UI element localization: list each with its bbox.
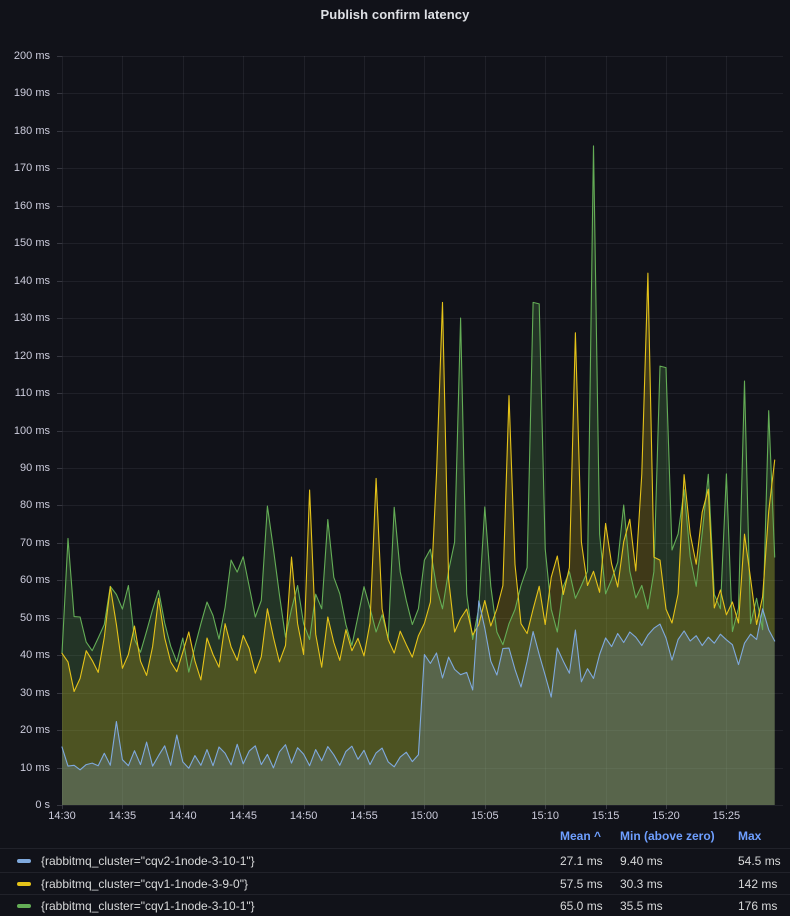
series-color-swatch[interactable] <box>17 859 31 863</box>
x-tick-label: 14:40 <box>161 809 205 823</box>
y-tick-label: 90 ms <box>0 462 50 474</box>
y-tick-label: 140 ms <box>0 275 50 287</box>
y-tick-label: 10 ms <box>0 762 50 774</box>
series-label[interactable]: {rabbitmq_cluster="cqv2-1node-3-10-1"} <box>41 854 255 868</box>
legend-row: {rabbitmq_cluster="cqv2-1node-3-10-1"} 2… <box>0 848 790 872</box>
x-tick-label: 15:05 <box>463 809 507 823</box>
x-tick-label: 14:50 <box>282 809 326 823</box>
y-tick-label: 170 ms <box>0 162 50 174</box>
stat-mean: 27.1 ms <box>560 854 603 868</box>
y-tick-label: 100 ms <box>0 425 50 437</box>
y-tick-label: 50 ms <box>0 612 50 624</box>
y-tick-label: 70 ms <box>0 537 50 549</box>
y-tick-label: 20 ms <box>0 724 50 736</box>
series-color-swatch[interactable] <box>17 904 31 908</box>
series-label[interactable]: {rabbitmq_cluster="cqv1-1node-3-10-1"} <box>41 899 255 913</box>
stat-min: 35.5 ms <box>620 899 663 913</box>
y-tick-label: 150 ms <box>0 237 50 249</box>
y-tick-label: 130 ms <box>0 312 50 324</box>
stat-min: 9.40 ms <box>620 854 663 868</box>
y-tick-label: 180 ms <box>0 125 50 137</box>
stat-max: 176 ms <box>738 899 777 913</box>
stat-min: 30.3 ms <box>620 877 663 891</box>
legend-column-max[interactable]: Max <box>738 829 761 843</box>
y-tick-label: 110 ms <box>0 387 50 399</box>
y-tick-label: 160 ms <box>0 200 50 212</box>
legend-header: Mean ^ Min (above zero) Max <box>0 826 790 848</box>
legend-table: Mean ^ Min (above zero) Max {rabbitmq_cl… <box>0 826 790 916</box>
x-tick-label: 14:30 <box>40 809 84 823</box>
y-tick-label: 40 ms <box>0 649 50 661</box>
latency-timeseries-chart[interactable] <box>0 0 790 916</box>
y-tick-label: 80 ms <box>0 499 50 511</box>
x-tick-label: 15:00 <box>402 809 446 823</box>
y-tick-label: 190 ms <box>0 87 50 99</box>
series-label[interactable]: {rabbitmq_cluster="cqv1-1node-3-9-0"} <box>41 877 248 891</box>
x-tick-label: 14:35 <box>100 809 144 823</box>
stat-mean: 57.5 ms <box>560 877 603 891</box>
grafana-panel: Publish confirm latency 0 s10 ms20 ms30 … <box>0 0 790 916</box>
stat-mean: 65.0 ms <box>560 899 603 913</box>
x-tick-label: 15:25 <box>704 809 748 823</box>
y-tick-label: 120 ms <box>0 350 50 362</box>
stat-max: 142 ms <box>738 877 777 891</box>
y-tick-label: 60 ms <box>0 574 50 586</box>
x-tick-label: 15:15 <box>584 809 628 823</box>
x-tick-label: 15:10 <box>523 809 567 823</box>
stat-max: 54.5 ms <box>738 854 781 868</box>
legend-column-min[interactable]: Min (above zero) <box>620 829 715 843</box>
y-tick-label: 30 ms <box>0 687 50 699</box>
legend-column-mean-sorted[interactable]: Mean ^ <box>560 829 601 843</box>
y-tick-label: 200 ms <box>0 50 50 62</box>
x-tick-label: 14:55 <box>342 809 386 823</box>
legend-row: {rabbitmq_cluster="cqv1-1node-3-10-1"} 6… <box>0 894 790 916</box>
series-color-swatch[interactable] <box>17 882 31 886</box>
x-tick-label: 15:20 <box>644 809 688 823</box>
legend-row: {rabbitmq_cluster="cqv1-1node-3-9-0"} 57… <box>0 872 790 894</box>
x-tick-label: 14:45 <box>221 809 265 823</box>
